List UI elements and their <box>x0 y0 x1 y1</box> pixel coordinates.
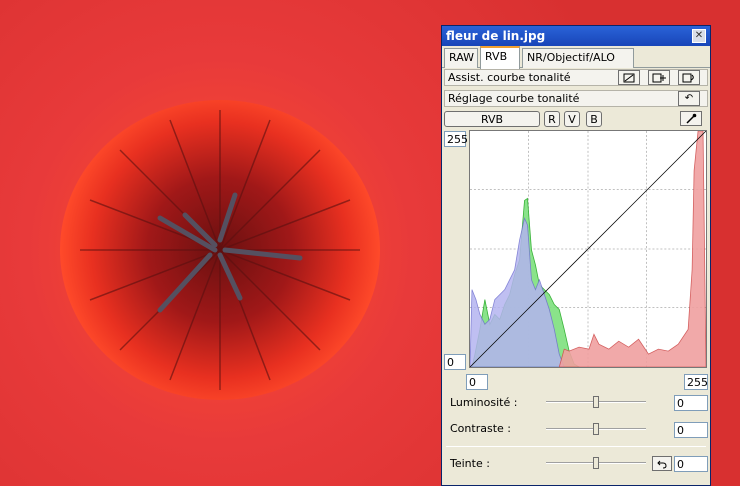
window-title-bar[interactable]: fleur de lin.jpg ✕ <box>442 26 710 46</box>
tone-curve-line <box>470 131 706 367</box>
section-divider <box>446 446 706 447</box>
tab-nr-objectif-alo[interactable]: NR/Objectif/ALO <box>522 48 634 68</box>
output-min-value: 0 <box>444 354 466 370</box>
channel-v-button[interactable]: V <box>564 111 580 127</box>
teinte-label: Teinte : <box>450 457 490 470</box>
contraste-slider-thumb[interactable] <box>593 423 599 435</box>
histogram-blue-channel <box>470 216 565 367</box>
diagonal-line-icon <box>623 73 635 82</box>
contraste-label: Contraste : <box>450 422 511 435</box>
input-min-field[interactable]: 0 <box>466 374 488 390</box>
tab-bar: RAW RVB NR/Objectif/ALO <box>442 46 710 69</box>
teinte-slider-thumb[interactable] <box>593 457 599 469</box>
channel-b-button[interactable]: B <box>586 111 602 127</box>
close-button[interactable]: ✕ <box>692 29 706 43</box>
undo-arrow-icon <box>657 460 667 468</box>
channel-rvb-button[interactable]: RVB <box>444 111 540 127</box>
eyedropper-icon <box>686 113 697 124</box>
output-max-value: 255 <box>444 131 468 147</box>
window-title: fleur de lin.jpg <box>446 29 546 43</box>
tone-curve-window: fleur de lin.jpg ✕ RAW RVB NR/Objectif/A… <box>441 25 711 486</box>
contraste-value-field[interactable]: 0 <box>674 422 708 438</box>
teinte-value-field[interactable]: 0 <box>674 456 708 472</box>
input-max-field[interactable]: 255 <box>684 374 708 390</box>
luminosite-value-field[interactable]: 0 <box>674 395 708 411</box>
eyedropper-button[interactable] <box>680 111 702 126</box>
histogram-curve-graph[interactable] <box>469 130 707 368</box>
tab-raw[interactable]: RAW <box>444 48 478 68</box>
teinte-reset-button[interactable] <box>652 456 672 471</box>
linear-curve-button[interactable] <box>618 70 640 85</box>
luminosite-slider-thumb[interactable] <box>593 396 599 408</box>
reset-curve-icon <box>682 73 694 82</box>
reset-curve-button[interactable] <box>678 70 700 85</box>
add-curve-icon <box>652 73 666 82</box>
add-curve-button[interactable] <box>648 70 670 85</box>
luminosite-label: Luminosité : <box>450 396 518 409</box>
tone-assist-label: Assist. courbe tonalité <box>448 71 571 84</box>
tone-curve-label: Réglage courbe tonalité <box>448 92 580 105</box>
tab-rvb[interactable]: RVB <box>480 46 520 69</box>
tone-curve-reset-button[interactable]: ↶ <box>678 91 700 106</box>
tone-curve-row: Réglage courbe tonalité <box>444 90 708 107</box>
channel-r-button[interactable]: R <box>544 111 560 127</box>
